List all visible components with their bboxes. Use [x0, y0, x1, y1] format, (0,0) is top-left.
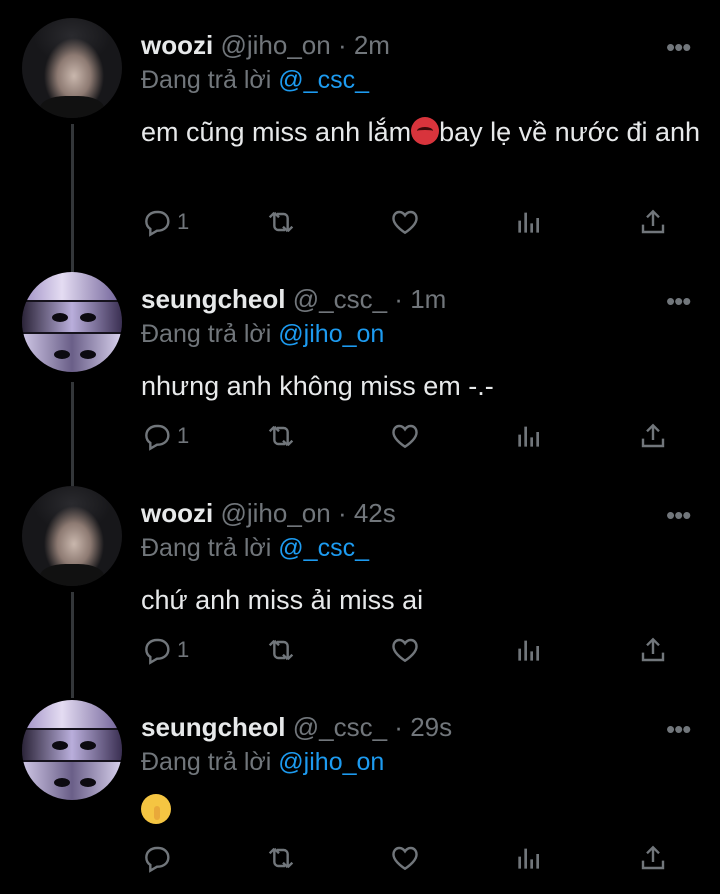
replying-to-link[interactable]: @_csc_ — [278, 66, 369, 94]
reply-count: 1 — [177, 209, 190, 234]
like-button[interactable] — [389, 418, 421, 454]
retweet-button[interactable] — [265, 840, 297, 876]
views-button[interactable] — [513, 418, 545, 454]
timestamp[interactable]: 1m — [410, 284, 446, 314]
avatar[interactable] — [22, 18, 122, 118]
analytics-icon — [518, 640, 539, 661]
separator: · — [394, 712, 403, 742]
replying-to-label: Đang trả lời — [141, 320, 272, 348]
separator: · — [337, 30, 347, 60]
timestamp[interactable]: 29s — [410, 712, 452, 742]
replying-to: Đang trả lời @jiho_on — [141, 748, 384, 777]
handle[interactable]: @jiho_on — [220, 30, 330, 60]
analytics-icon — [518, 426, 539, 447]
replying-to: Đang trả lời @_csc_ — [141, 66, 369, 95]
retweet-icon — [268, 211, 294, 233]
share-button[interactable] — [637, 632, 669, 668]
replying-to-link[interactable]: @jiho_on — [278, 748, 384, 776]
tweet[interactable]: woozi @jiho_on · 42s ••• Đang trả lời @_… — [0, 486, 720, 686]
display-name[interactable]: seungcheol — [141, 284, 285, 314]
avatar[interactable] — [22, 272, 122, 372]
tweet-actions: 1 — [141, 632, 681, 668]
more-options-icon[interactable]: ••• — [666, 286, 691, 317]
like-button[interactable] — [389, 632, 421, 668]
tweet-actions: 1 — [141, 204, 681, 240]
display-name[interactable]: seungcheol — [141, 712, 285, 742]
handle[interactable]: @jiho_on — [220, 498, 330, 528]
tweet[interactable]: seungcheol @_csc_ · 1m ••• Đang trả lời … — [0, 272, 720, 472]
handle[interactable]: @_csc_ — [293, 712, 387, 742]
avatar[interactable] — [22, 700, 122, 800]
retweet-icon — [268, 847, 294, 869]
tweet-header: woozi @jiho_on · 2m — [141, 30, 390, 61]
replying-to-label: Đang trả lời — [141, 66, 272, 94]
timestamp[interactable]: 42s — [354, 498, 396, 528]
reply-count: 1 — [177, 423, 190, 448]
avatar[interactable] — [22, 486, 122, 586]
share-button[interactable] — [637, 840, 669, 876]
timestamp[interactable]: 2m — [354, 30, 390, 60]
shushing-face-emoji-icon — [141, 794, 171, 824]
more-options-icon[interactable]: ••• — [666, 500, 691, 531]
tweet-header: woozi @jiho_on · 42s — [141, 498, 396, 529]
retweet-button[interactable] — [265, 204, 297, 240]
retweet-icon — [268, 425, 294, 447]
retweet-icon — [268, 639, 294, 661]
retweet-button[interactable] — [265, 418, 297, 454]
replying-to: Đang trả lời @_csc_ — [141, 534, 369, 563]
replying-to-link[interactable]: @jiho_on — [278, 320, 384, 348]
replying-to-link[interactable]: @_csc_ — [278, 534, 369, 562]
replying-to: Đang trả lời @jiho_on — [141, 320, 384, 349]
reply-icon — [145, 424, 170, 451]
display-name[interactable]: woozi — [141, 30, 213, 60]
share-icon — [641, 845, 665, 870]
heart-icon — [392, 846, 418, 871]
tweet-text-part: em cũng miss anh lắm — [141, 117, 412, 147]
reply-icon — [145, 638, 170, 665]
reply-button[interactable]: 1 — [141, 204, 189, 240]
views-button[interactable] — [513, 632, 545, 668]
share-icon — [641, 423, 665, 448]
share-icon — [641, 209, 665, 234]
reply-icon — [145, 210, 170, 237]
views-button[interactable] — [513, 840, 545, 876]
analytics-icon — [518, 212, 539, 233]
separator: · — [394, 284, 403, 314]
like-button[interactable] — [389, 204, 421, 240]
tweet-text: chứ anh miss ải miss ai — [141, 585, 424, 615]
reply-count: 1 — [177, 637, 190, 662]
heart-icon — [392, 638, 418, 663]
replying-to-label: Đang trả lời — [141, 748, 272, 776]
handle[interactable]: @_csc_ — [293, 284, 387, 314]
replying-to-label: Đang trả lời — [141, 534, 272, 562]
tweet-header: seungcheol @_csc_ · 1m — [141, 284, 446, 315]
reply-button[interactable] — [141, 840, 177, 876]
views-button[interactable] — [513, 204, 545, 240]
tweet-actions — [141, 840, 681, 876]
more-options-icon[interactable]: ••• — [666, 32, 691, 63]
separator: · — [337, 498, 347, 528]
tweet-text: em cũng miss anh lắm bay lẹ về nước đi an… — [141, 112, 701, 152]
share-button[interactable] — [637, 418, 669, 454]
tweet-header: seungcheol @_csc_ · 29s — [141, 712, 452, 743]
more-options-icon[interactable]: ••• — [666, 714, 691, 745]
share-button[interactable] — [637, 204, 669, 240]
reply-button[interactable]: 1 — [141, 632, 189, 668]
reply-button[interactable]: 1 — [141, 418, 189, 454]
tweet-text — [141, 794, 701, 835]
tweet-actions: 1 — [141, 418, 681, 454]
tweet-text-part: bay lẹ về nước đi anh — [439, 117, 701, 147]
like-button[interactable] — [389, 840, 421, 876]
devil-emoji-icon — [411, 117, 440, 145]
heart-icon — [392, 424, 418, 449]
tweet-text: nhưng anh không miss em -.- — [141, 371, 494, 401]
share-icon — [641, 637, 665, 662]
tweet[interactable]: seungcheol @_csc_ · 29s ••• Đang trả lời… — [0, 700, 720, 890]
heart-icon — [392, 210, 418, 235]
retweet-button[interactable] — [265, 632, 297, 668]
analytics-icon — [518, 848, 539, 869]
display-name[interactable]: woozi — [141, 498, 213, 528]
tweet[interactable]: woozi @jiho_on · 2m ••• Đang trả lời @_c… — [0, 18, 720, 268]
reply-icon — [145, 846, 170, 873]
